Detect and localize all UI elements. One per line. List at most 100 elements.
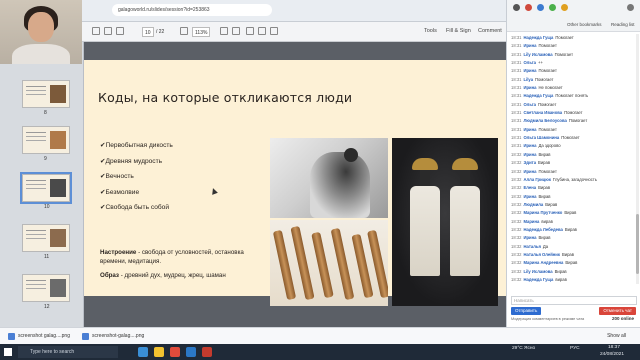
address-bar[interactable]: galagoworld.ru/slides/session?id=253863 <box>112 4 272 16</box>
zoom-select[interactable]: 113% <box>192 27 211 37</box>
message-author[interactable]: Lily Исламова <box>523 52 552 57</box>
message-author[interactable]: Ирина <box>523 169 536 174</box>
comment-button[interactable]: Comment <box>474 26 506 37</box>
clock-date[interactable]: 24/08/2021 <box>600 352 624 357</box>
message-author[interactable]: Алла Грицюк <box>523 177 550 182</box>
message-author[interactable]: Людмила <box>523 202 543 207</box>
message-author[interactable]: Ирина <box>523 68 536 73</box>
image-text: - древний дух, мудрец, жрец, шаман <box>119 272 226 279</box>
file-explorer-icon[interactable] <box>154 347 164 357</box>
highlight-tool-icon[interactable] <box>258 27 266 35</box>
chat-message: 18:32 Марина Прутченко Вирав <box>511 209 635 217</box>
message-author[interactable]: Ирина <box>523 235 536 240</box>
thumbnail-page-12[interactable] <box>22 274 70 302</box>
message-author[interactable]: Ирина <box>523 143 536 148</box>
word-icon[interactable] <box>186 347 196 357</box>
page-number-input[interactable]: 10 <box>142 27 154 37</box>
message-author[interactable]: Эдита <box>523 160 536 165</box>
message-text: Помогает <box>538 168 557 174</box>
message-author[interactable]: Надежда Гуща <box>523 35 553 40</box>
reading-list[interactable]: Reading list <box>611 22 635 27</box>
weather-status[interactable]: 29°C Ясно <box>512 346 535 351</box>
taskbar-search[interactable]: Type here to search <box>18 346 118 358</box>
document-viewport[interactable]: Коды, на которые откликаются люди ✔Перво… <box>84 42 506 327</box>
language-indicator[interactable]: РУС <box>570 346 580 351</box>
chat-message: 18:32 Алла Грицюк Глубина, загадочность <box>511 176 635 184</box>
message-author[interactable]: Ирина <box>523 194 536 199</box>
chat-message: 18:32 Ирина Вирав <box>511 151 635 159</box>
select-tool-icon[interactable] <box>232 27 240 35</box>
downloads-bar: screenshot galag....png screenshot-galag… <box>0 327 640 344</box>
fit-page-icon[interactable] <box>220 27 228 35</box>
message-author[interactable]: Ирина <box>523 127 536 132</box>
message-author[interactable]: Светлана Иванова <box>523 110 562 115</box>
extension-icon[interactable] <box>513 4 520 11</box>
send-button[interactable]: Отправить <box>511 307 542 315</box>
message-author[interactable]: Надежда Лебедева <box>523 227 562 232</box>
chrome-icon[interactable] <box>170 347 180 357</box>
extension-icon[interactable] <box>525 4 532 11</box>
acrobat-icon[interactable] <box>202 347 212 357</box>
download-item[interactable]: screenshot-galag....png <box>80 331 144 342</box>
message-author[interactable]: Марина <box>523 219 539 224</box>
message-author[interactable]: Lily Исламова <box>523 269 552 274</box>
thumbnail-page-10[interactable] <box>20 172 72 204</box>
message-text: Вирав <box>538 160 551 166</box>
message-author[interactable]: Ольга <box>523 60 536 65</box>
thumbnail-page-9[interactable] <box>22 126 70 154</box>
show-all-button[interactable]: Show all <box>607 331 626 342</box>
zoom-out-icon[interactable] <box>180 27 188 35</box>
message-author[interactable]: Надежда Гуща <box>523 277 553 282</box>
message-author[interactable]: Ольга Шамонина <box>523 135 559 140</box>
prev-page-icon[interactable] <box>104 27 112 35</box>
download-item[interactable]: screenshot galag....png <box>6 331 70 342</box>
bookmarks-folder[interactable]: Other bookmarks <box>567 22 602 27</box>
message-text: Вирав <box>564 226 577 232</box>
message-author[interactable]: Ирина <box>523 85 536 90</box>
comment-tool-icon[interactable] <box>246 27 254 35</box>
draw-tool-icon[interactable] <box>270 27 278 35</box>
message-author[interactable]: Ольга <box>523 102 536 107</box>
message-text: вирав <box>541 218 553 224</box>
message-author[interactable]: Ирина <box>523 43 536 48</box>
thumbnail-number: 12 <box>44 304 50 310</box>
windows-start-icon[interactable] <box>4 348 12 356</box>
fill-sign-button[interactable]: Fill & Sign <box>442 26 475 37</box>
message-text: Вирав <box>564 210 577 216</box>
chat-input[interactable]: Написать <box>511 296 637 305</box>
message-author[interactable]: Елена <box>523 185 536 190</box>
print-icon[interactable] <box>92 27 100 35</box>
chat-message: 18:31 Ирина Помогает <box>511 67 635 75</box>
clock-time[interactable]: 18:37 <box>608 345 620 350</box>
message-time: 18:31 <box>511 60 522 66</box>
message-author[interactable]: Марина Прутченко <box>523 210 562 215</box>
extension-icon[interactable] <box>561 4 568 11</box>
message-author[interactable]: Людмила Белоусова <box>523 118 566 123</box>
message-text: Да <box>542 243 549 249</box>
message-text: вирав <box>555 276 567 282</box>
message-time: 18:32 <box>511 226 522 232</box>
message-time: 18:32 <box>511 235 522 241</box>
thumbnail-page-8[interactable] <box>22 80 70 108</box>
message-author[interactable]: Ирина <box>523 152 536 157</box>
thumbnail-page-11[interactable] <box>22 224 70 252</box>
message-author[interactable]: Наталья Олейник <box>523 252 559 257</box>
profile-icon[interactable] <box>627 4 634 11</box>
extension-icon[interactable] <box>537 4 544 11</box>
next-page-icon[interactable] <box>116 27 124 35</box>
message-author[interactable]: Lilya <box>523 77 533 82</box>
message-text: Помогает <box>538 101 557 107</box>
message-author[interactable]: Марина Андреевна <box>523 260 563 265</box>
tools-button[interactable]: Tools <box>420 26 441 37</box>
cancel-chat-button[interactable]: Отменить чат <box>599 307 636 315</box>
page-total: / 22 <box>156 29 165 35</box>
message-text: Вирав <box>554 268 567 274</box>
message-time: 18:31 <box>511 118 522 124</box>
extension-icon[interactable] <box>549 4 556 11</box>
message-time: 18:32 <box>511 185 522 191</box>
chat-scrollbar[interactable] <box>636 34 639 284</box>
message-author[interactable]: Наталья <box>523 244 540 249</box>
message-author[interactable]: Надежда Гуща <box>523 93 553 98</box>
edge-icon[interactable] <box>138 347 148 357</box>
mouse-cursor-icon <box>210 187 218 195</box>
